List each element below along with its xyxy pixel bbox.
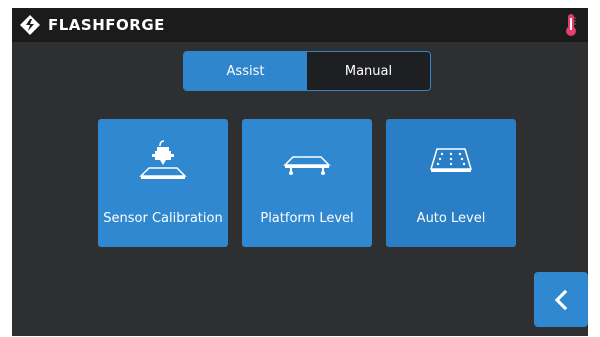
sensor-calibration-button[interactable]: Sensor Calibration (98, 119, 228, 247)
tab-assist-label: Assist (226, 63, 265, 79)
auto-level-icon (429, 148, 473, 172)
tab-manual-label: Manual (344, 63, 393, 79)
mode-toggle: Assist Manual (183, 51, 431, 91)
tab-assist[interactable]: Assist (184, 52, 307, 90)
thermometer-icon[interactable] (564, 13, 578, 37)
brand-name: FLASHFORGE (48, 16, 165, 34)
screen: FLASHFORGE Assist Manual Sensor Calibrat… (12, 8, 588, 336)
sensor-calibration-icon (139, 140, 187, 179)
flashforge-logo-icon (20, 15, 40, 35)
back-button[interactable] (534, 272, 588, 327)
sensor-calibration-label: Sensor Calibration (103, 211, 223, 226)
top-bar: FLASHFORGE (12, 8, 588, 42)
auto-level-button[interactable]: Auto Level (386, 119, 516, 247)
brand-logo: FLASHFORGE (20, 15, 165, 35)
chevron-left-icon (554, 289, 568, 310)
platform-level-icon (283, 156, 331, 175)
tab-manual[interactable]: Manual (307, 52, 430, 90)
auto-level-label: Auto Level (416, 211, 486, 226)
platform-level-button[interactable]: Platform Level (242, 119, 372, 247)
platform-level-label: Platform Level (260, 211, 354, 226)
